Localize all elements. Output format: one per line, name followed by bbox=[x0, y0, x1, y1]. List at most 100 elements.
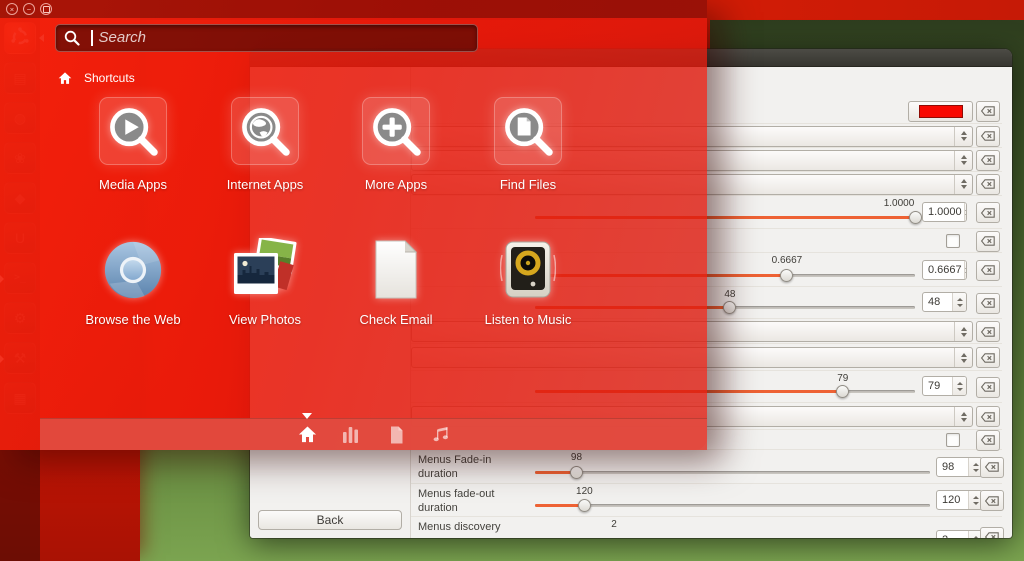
slider-value-label: 2 bbox=[584, 519, 644, 530]
desktop: Back 1.00001.00000.66670.666748487979Men… bbox=[0, 0, 1024, 561]
reset-button[interactable] bbox=[976, 377, 1000, 398]
spin-down-arrow[interactable] bbox=[957, 388, 963, 391]
close-icon[interactable]: × bbox=[6, 3, 18, 15]
home-icon bbox=[58, 72, 72, 85]
reset-button[interactable] bbox=[976, 260, 1000, 281]
lens-tab-files-lens[interactable] bbox=[383, 419, 409, 450]
slider-handle[interactable] bbox=[780, 269, 793, 282]
shortcut-label: Find Files bbox=[462, 177, 594, 192]
spinbox[interactable]: 2 bbox=[936, 530, 983, 538]
lens-tab-applications-lens[interactable] bbox=[337, 419, 363, 450]
slider-handle[interactable] bbox=[723, 301, 736, 314]
slider-handle[interactable] bbox=[570, 466, 583, 479]
spinbox[interactable]: 0.6667 bbox=[922, 260, 967, 280]
reset-button[interactable] bbox=[976, 347, 1000, 368]
settings-row-menus-fade-out-duration: Menus fade-out duration120120 bbox=[411, 484, 1002, 517]
app-label: Listen to Music bbox=[462, 312, 594, 327]
spin-down-arrow[interactable] bbox=[957, 304, 963, 307]
app-check-email[interactable] bbox=[363, 237, 429, 303]
reset-button[interactable] bbox=[976, 293, 1000, 314]
reset-button[interactable] bbox=[980, 527, 1004, 539]
slider-track[interactable] bbox=[535, 471, 930, 474]
up-arrow-icon bbox=[961, 131, 967, 135]
spinbox-value: 1.0000 bbox=[923, 203, 964, 221]
spinbox[interactable]: 48 bbox=[922, 292, 967, 312]
spinbox[interactable]: 120 bbox=[936, 490, 983, 510]
reset-button[interactable] bbox=[980, 490, 1004, 511]
slider-handle[interactable] bbox=[909, 211, 922, 224]
spin-down-arrow[interactable] bbox=[973, 469, 979, 472]
spin-up-arrow[interactable] bbox=[965, 208, 967, 211]
lens-find-files-icon bbox=[501, 104, 555, 158]
lens-internet-apps-icon bbox=[238, 104, 292, 158]
spin-down-arrow[interactable] bbox=[973, 502, 979, 505]
color-picker-button[interactable] bbox=[908, 101, 973, 122]
slider-track[interactable] bbox=[535, 504, 930, 507]
spinbox[interactable]: 1.0000 bbox=[922, 202, 967, 222]
app-listen-to-music[interactable] bbox=[495, 237, 561, 303]
shortcut-find-files[interactable] bbox=[494, 97, 562, 165]
spin-down-arrow[interactable] bbox=[965, 272, 967, 275]
reset-button[interactable] bbox=[976, 231, 1000, 252]
reset-button[interactable] bbox=[980, 457, 1004, 478]
color-swatch bbox=[919, 105, 963, 118]
spinbox-value: 79 bbox=[923, 377, 952, 395]
spin-up-arrow[interactable] bbox=[957, 298, 963, 301]
spinbox-value: 120 bbox=[937, 491, 968, 509]
spinbox-value: 98 bbox=[937, 458, 968, 476]
spin-down-arrow[interactable] bbox=[965, 214, 967, 217]
active-lens-indicator bbox=[302, 413, 312, 419]
reset-button[interactable] bbox=[976, 202, 1000, 223]
search-icon bbox=[64, 30, 80, 46]
reset-button[interactable] bbox=[976, 430, 1000, 451]
app-label: View Photos bbox=[199, 312, 331, 327]
reset-button[interactable] bbox=[976, 126, 1000, 147]
back-button[interactable]: Back bbox=[258, 510, 402, 530]
slider-value-label: 79 bbox=[813, 373, 873, 384]
spinbox[interactable]: 79 bbox=[922, 376, 967, 396]
shortcut-label: More Apps bbox=[330, 177, 462, 192]
lens-tab-home-lens[interactable] bbox=[294, 419, 320, 450]
shortcut-media-apps[interactable] bbox=[99, 97, 167, 165]
reset-button[interactable] bbox=[976, 321, 1000, 342]
spin-up-arrow[interactable] bbox=[973, 496, 979, 499]
search-input[interactable] bbox=[93, 29, 478, 48]
spin-up-arrow[interactable] bbox=[973, 536, 979, 539]
shortcut-internet-apps[interactable] bbox=[231, 97, 299, 165]
minimize-icon[interactable]: − bbox=[23, 3, 35, 15]
app-browse-the-web[interactable] bbox=[100, 237, 166, 303]
spin-up-arrow[interactable] bbox=[973, 463, 979, 466]
reset-button[interactable] bbox=[976, 101, 1000, 122]
dropdown-arrows bbox=[954, 175, 972, 194]
slider-value-label: 98 bbox=[546, 452, 606, 463]
spin-up-arrow[interactable] bbox=[957, 382, 963, 385]
spinbox-arrows[interactable] bbox=[952, 377, 966, 395]
down-arrow-icon bbox=[961, 137, 967, 141]
menu-bar: ×− bbox=[0, 0, 707, 18]
spin-up-arrow[interactable] bbox=[965, 266, 967, 269]
checkbox[interactable] bbox=[946, 234, 960, 248]
slider-handle[interactable] bbox=[578, 499, 591, 512]
reset-button[interactable] bbox=[976, 150, 1000, 171]
reset-button[interactable] bbox=[976, 406, 1000, 427]
search-bar[interactable] bbox=[55, 24, 478, 52]
dropdown-arrows bbox=[954, 322, 972, 341]
home-lens-icon bbox=[298, 426, 317, 443]
setting-label: Menus fade-out duration bbox=[418, 488, 526, 516]
files-lens-icon bbox=[389, 426, 404, 444]
spinbox[interactable]: 98 bbox=[936, 457, 983, 477]
spinbox-arrows[interactable] bbox=[952, 293, 966, 311]
spinbox-arrows[interactable] bbox=[964, 203, 967, 221]
lens-bar bbox=[40, 418, 707, 450]
shortcut-more-apps[interactable] bbox=[362, 97, 430, 165]
section-header-label: Shortcuts bbox=[84, 71, 135, 85]
spinbox-arrows[interactable] bbox=[964, 261, 967, 279]
maximize-icon[interactable] bbox=[40, 3, 52, 15]
app-view-photos[interactable] bbox=[232, 237, 298, 303]
checkbox[interactable] bbox=[946, 433, 960, 447]
reset-button[interactable] bbox=[976, 174, 1000, 195]
down-arrow-icon bbox=[961, 359, 967, 363]
spinbox-value: 2 bbox=[937, 531, 968, 538]
lens-tab-music-lens[interactable] bbox=[428, 419, 454, 450]
slider-handle[interactable] bbox=[836, 385, 849, 398]
